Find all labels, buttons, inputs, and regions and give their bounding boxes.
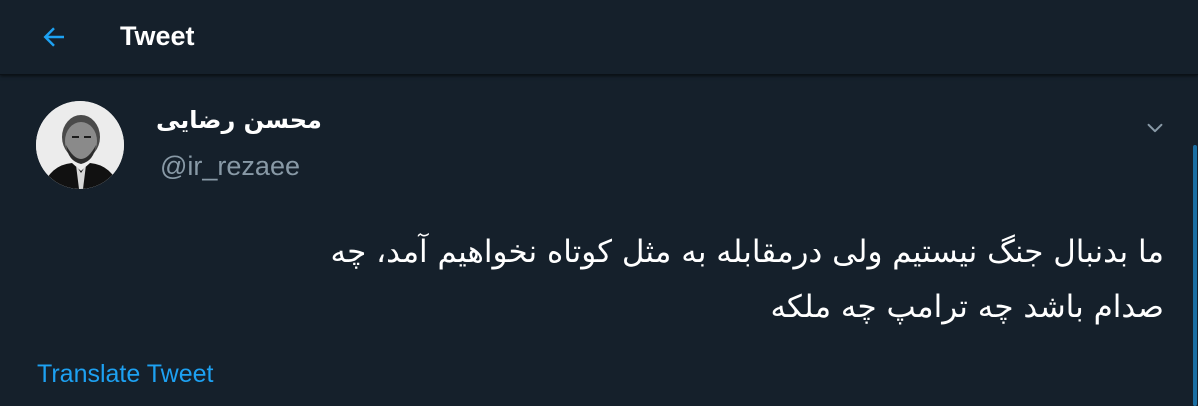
user-avatar-image [36,101,124,189]
avatar[interactable] [36,101,124,189]
arrow-left-icon [43,27,64,47]
top-bar: Tweet [0,0,1198,75]
back-button[interactable] [34,17,74,57]
chevron-down-icon [1147,123,1163,133]
tweet-text: ما بدنبال جنگ نیستیم ولی درمقابله به مثل… [30,225,1164,335]
translate-tweet-link[interactable]: Translate Tweet [37,357,213,391]
tweet-menu-button[interactable] [1140,113,1170,143]
tweet-text-line: ما بدنبال جنگ نیستیم ولی درمقابله به مثل… [330,234,1164,270]
tweet-card: محسن رضایی @ir_rezaee ما بدنبال جنگ نیست… [0,75,1198,406]
scrollbar[interactable] [1193,145,1197,406]
tweet-text-line: صدام باشد چه ترامپ چه ملکه [770,289,1164,325]
author-name[interactable]: محسن رضایی [156,103,322,137]
page-title: Tweet [120,21,195,51]
author-handle[interactable]: @ir_rezaee [160,149,300,183]
